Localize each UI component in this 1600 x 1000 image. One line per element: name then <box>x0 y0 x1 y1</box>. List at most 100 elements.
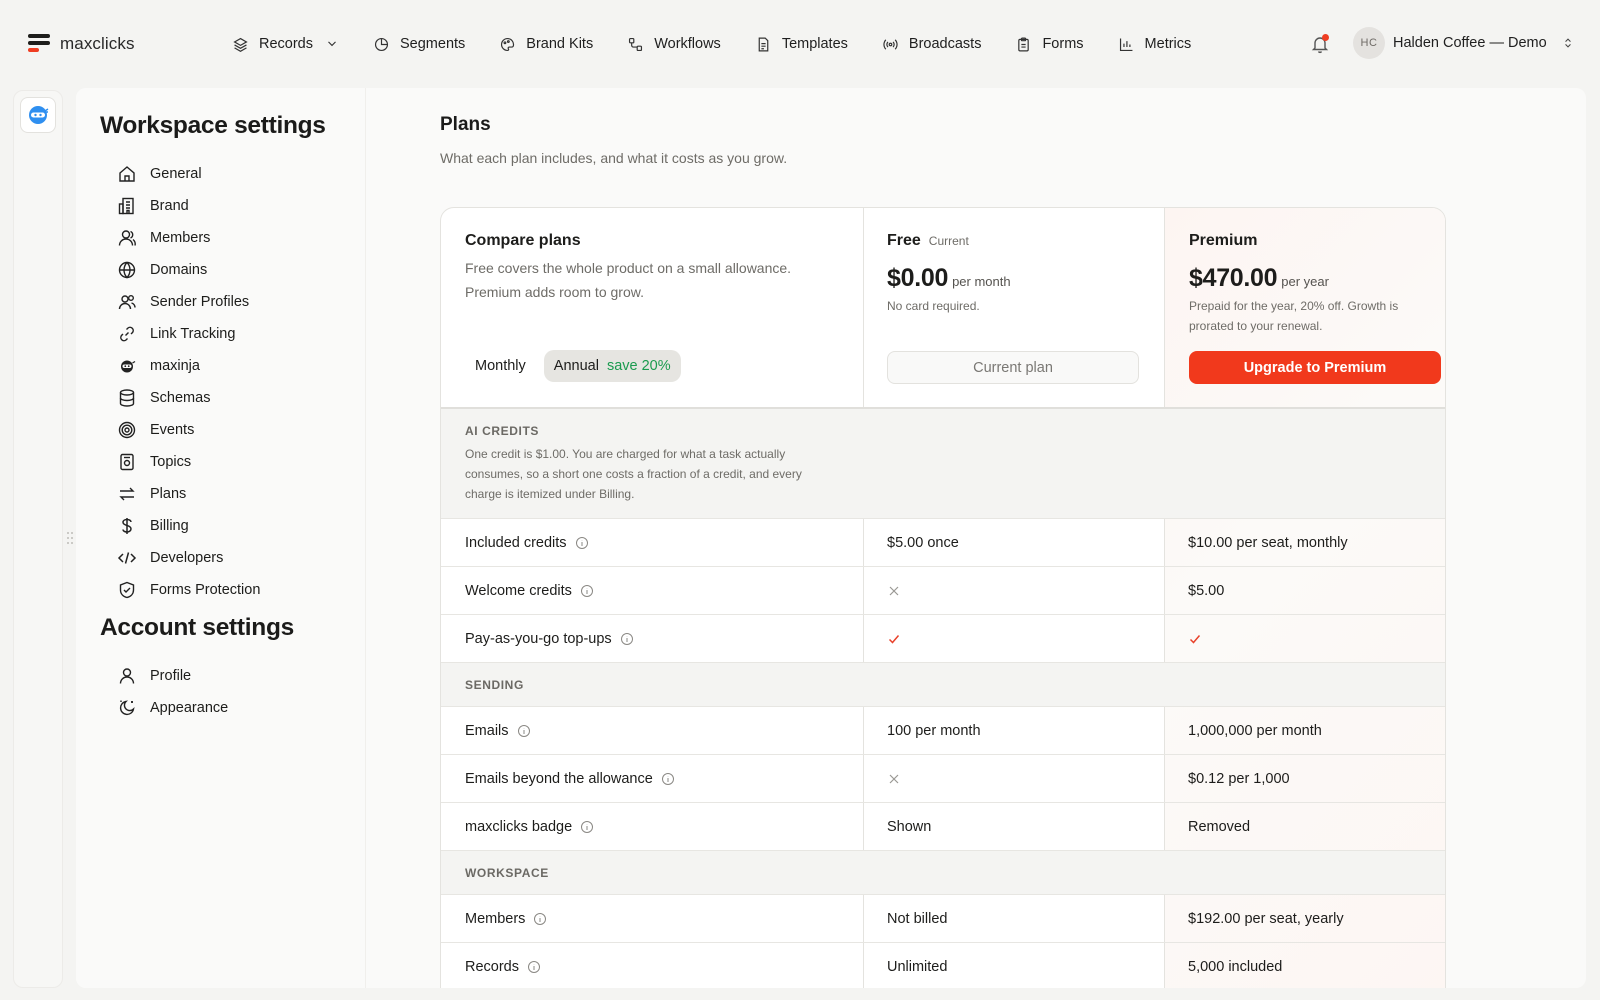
premium-plan-price: $470.00 per year <box>1189 264 1329 293</box>
plan-name-text: Free <box>887 232 921 249</box>
sidebar-item-appearance[interactable]: Appearance <box>117 697 228 719</box>
feature-cell: Emails beyond the allowance <box>465 755 845 802</box>
feature-cell: Included credits <box>465 519 845 566</box>
current-plan-button[interactable]: Current plan <box>887 351 1139 384</box>
sidebar-item-label: Topics <box>150 454 192 470</box>
sidebar-item-brand[interactable]: Brand <box>117 195 189 217</box>
sidebar-item-label: Appearance <box>150 700 229 716</box>
info-icon[interactable] <box>620 632 634 646</box>
sidebar-item-maxinja[interactable]: maxinja <box>117 355 200 377</box>
sidebar-item-label: Billing <box>150 518 189 534</box>
info-icon[interactable] <box>580 584 594 598</box>
users-icon <box>118 295 136 310</box>
toggle-monthly[interactable]: Monthly <box>465 350 536 382</box>
nav-forms[interactable]: Forms <box>1015 32 1084 56</box>
resize-handle-icon[interactable] <box>66 530 74 546</box>
toggle-annual[interactable]: Annual save 20% <box>543 350 681 382</box>
sidebar-item-link-tracking[interactable]: Link Tracking <box>117 323 235 345</box>
sidebar-item-members[interactable]: Members <box>117 227 210 249</box>
compare-header: Compare plans Free covers the whole prod… <box>441 208 863 408</box>
info-icon[interactable] <box>517 724 531 738</box>
nav-label: Workflows <box>654 36 721 52</box>
price-value: $0.00 <box>887 264 949 292</box>
free-plan-name: Free Current <box>887 232 969 250</box>
sidebar-item-label: Schemas <box>150 390 211 406</box>
chevron-down-icon <box>328 41 336 47</box>
upgrade-to-premium-button[interactable]: Upgrade to Premium <box>1189 351 1441 384</box>
nav-templates[interactable]: Templates <box>755 32 848 56</box>
nav-segments[interactable]: Segments <box>373 32 465 56</box>
bar-chart-icon <box>1119 38 1132 51</box>
sidebar-item-general[interactable]: General <box>117 163 202 185</box>
feature-label: maxclicks badge <box>465 818 573 835</box>
price-period: per year <box>1281 274 1329 289</box>
shield-icon <box>119 581 135 599</box>
swap-icon <box>119 487 135 501</box>
sidebar-item-domains[interactable]: Domains <box>117 259 207 281</box>
chevron-up-down-icon <box>1564 38 1571 48</box>
feature-label: Emails <box>465 722 509 739</box>
nav-label: Metrics <box>1144 36 1192 52</box>
feature-label: Records <box>465 958 519 975</box>
sidebar-item-plans[interactable]: Plans <box>117 483 186 505</box>
nav-records[interactable]: Records <box>232 32 339 56</box>
sidebar-item-forms-protection[interactable]: Forms Protection <box>117 579 260 601</box>
current-badge: Current <box>928 234 969 248</box>
account-name: Halden Coffee — Demo <box>1393 35 1547 51</box>
sidebar-item-billing[interactable]: Billing <box>117 515 189 537</box>
feature-cell: Pay-as-you-go top-ups <box>465 615 845 662</box>
sidebar-item-topics[interactable]: Topics <box>117 451 191 473</box>
table-row: maxclicks badge Shown Removed <box>441 802 1445 850</box>
info-icon[interactable] <box>575 536 589 550</box>
layers-icon <box>233 37 248 52</box>
plans-content: Plans What each plan includes, and what … <box>440 88 1586 988</box>
free-value: 100 per month <box>887 722 981 739</box>
info-icon[interactable] <box>580 820 594 834</box>
dollar-icon <box>122 518 132 534</box>
rail-assistant-button[interactable] <box>20 97 56 133</box>
table-row: Records Unlimited 5,000 included <box>441 942 1445 988</box>
sidebar-item-label: General <box>150 166 202 182</box>
moon-icon <box>119 700 135 716</box>
sidebar-item-schemas[interactable]: Schemas <box>117 387 210 409</box>
feature-label: Members <box>465 910 526 927</box>
globe-icon <box>118 261 136 279</box>
sidebar-item-label: Link Tracking <box>150 326 236 342</box>
sidebar-item-events[interactable]: Events <box>117 419 194 441</box>
workflow-icon <box>629 37 643 51</box>
nav-metrics[interactable]: Metrics <box>1118 32 1192 56</box>
premium-value: $192.00 per seat, yearly <box>1188 910 1344 927</box>
nav-brand-kits[interactable]: Brand Kits <box>499 32 593 56</box>
free-value: $5.00 once <box>887 534 959 551</box>
plans-comparison-table: Compare plans Free covers the whole prod… <box>440 207 1446 988</box>
info-icon[interactable] <box>527 960 541 974</box>
settings-sidebar: Workspace settings General Brand Members… <box>76 88 366 988</box>
logo[interactable]: maxclicks <box>28 34 135 54</box>
workspace-settings-title: Workspace settings <box>100 112 326 139</box>
info-icon[interactable] <box>533 912 547 926</box>
feature-label: Pay-as-you-go top-ups <box>465 630 612 647</box>
table-row: Welcome credits $5.00 <box>441 566 1445 614</box>
sidebar-item-label: Plans <box>150 486 187 502</box>
sidebar-item-profile[interactable]: Profile <box>117 665 191 687</box>
info-icon[interactable] <box>661 772 675 786</box>
sidebar-item-label: Domains <box>150 262 208 278</box>
building-icon <box>118 197 134 215</box>
section-label: AI CREDITS <box>465 423 540 438</box>
account-switcher[interactable]: HC Halden Coffee — Demo <box>1353 27 1575 59</box>
nav-label: Broadcasts <box>908 36 982 52</box>
premium-value <box>1188 615 1445 662</box>
code-icon <box>117 552 137 564</box>
nav-broadcasts[interactable]: Broadcasts <box>882 32 982 56</box>
sidebar-item-sender-profiles[interactable]: Sender Profiles <box>117 291 249 313</box>
table-row: Included credits $5.00 once $10.00 per s… <box>441 518 1445 566</box>
nav-workflows[interactable]: Workflows <box>627 32 721 56</box>
premium-value: 5,000 included <box>1188 958 1283 975</box>
section-sending: SENDING <box>441 662 1445 706</box>
sidebar-item-label: Profile <box>150 668 192 684</box>
main-nav: Records Segments Brand Kits Workflows Te… <box>232 32 1225 56</box>
sidebar-item-label: Forms Protection <box>150 582 261 598</box>
nav-label: Segments <box>400 36 466 52</box>
account-settings-title: Account settings <box>100 614 294 641</box>
sidebar-item-developers[interactable]: Developers <box>117 547 223 569</box>
